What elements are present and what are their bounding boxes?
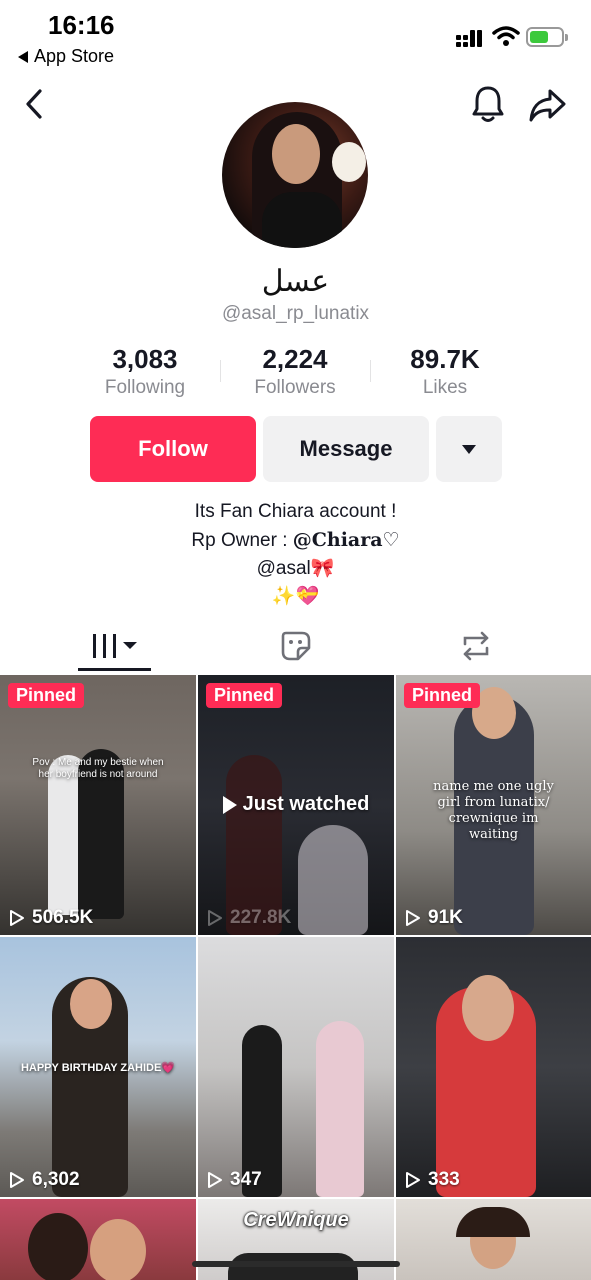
profile-stats: 3,083 Following 2,224 Followers 89.7K Li… <box>70 344 520 400</box>
play-triangle-icon <box>222 795 237 814</box>
play-icon <box>10 910 24 926</box>
view-count: 333 <box>404 1169 460 1191</box>
video-caption: Pov : Me and my bestie when her boyfrien… <box>32 757 164 780</box>
message-button[interactable]: Message <box>263 416 429 482</box>
tab-reposts[interactable] <box>458 620 494 672</box>
username-handle: @asal_rp_lunatix <box>221 303 370 324</box>
following-count: 3,083 <box>112 344 178 374</box>
back-app-label: App Store <box>34 46 115 66</box>
back-to-app-store[interactable]: App Store <box>18 46 114 67</box>
view-count-value: 333 <box>428 1169 460 1190</box>
view-count-value: 6,302 <box>32 1169 80 1190</box>
bio-line-1: Its Fan Chiara account ! <box>194 501 397 522</box>
play-icon <box>406 910 420 926</box>
pinned-badge: Pinned <box>404 683 481 708</box>
avatar[interactable] <box>222 102 368 248</box>
video-caption: HAPPY BIRTHDAY ZAHIDE💗 <box>20 1062 176 1074</box>
stat-likes[interactable]: 89.7K Likes <box>370 344 520 400</box>
likes-count: 89.7K <box>410 344 480 374</box>
video-grid: Pinned Pov : Me and my bestie when her b… <box>0 675 591 1280</box>
video-tile[interactable]: Pinned name me one ugly girl from lunati… <box>396 675 591 935</box>
video-tile[interactable]: CreWnique <box>198 1199 394 1280</box>
video-grid-icon <box>93 634 137 658</box>
bio-line-4: ✨💝 <box>271 586 320 607</box>
video-tile[interactable]: 347 <box>198 937 394 1197</box>
followers-count: 2,224 <box>262 344 328 374</box>
video-tile[interactable]: 333 <box>396 937 591 1197</box>
stat-followers[interactable]: 2,224 Followers <box>220 344 370 400</box>
view-count: 227.8K <box>206 907 291 929</box>
view-count-value: 506.5K <box>32 907 94 928</box>
view-count-value: 91K <box>428 907 463 928</box>
video-tile[interactable] <box>0 1199 196 1280</box>
view-count-value: 227.8K <box>230 907 292 928</box>
video-tile[interactable]: HAPPY BIRTHDAY ZAHIDE💗 6,302 <box>0 937 196 1197</box>
cellular-signal-icon <box>456 30 482 47</box>
profile-tabs <box>0 620 591 672</box>
wifi-icon <box>492 26 520 46</box>
video-tile[interactable]: Pinned Pov : Me and my bestie when her b… <box>0 675 196 935</box>
tab-active-indicator <box>78 668 151 671</box>
back-chevron-icon[interactable] <box>20 86 52 122</box>
video-caption: CreWnique <box>243 1209 349 1231</box>
view-count: 506.5K <box>8 907 93 929</box>
bio-owner-mention[interactable]: @Chiara♡ <box>293 529 400 551</box>
battery-icon <box>526 27 568 47</box>
tab-favorites[interactable] <box>278 620 314 672</box>
home-indicator <box>192 1261 400 1267</box>
video-caption: name me one ugly girl from lunatix/ crew… <box>433 779 554 842</box>
view-count: 91K <box>404 907 463 929</box>
caret-down-icon <box>462 444 476 454</box>
play-icon <box>208 1172 222 1188</box>
sticker-icon <box>281 631 311 661</box>
play-icon <box>10 1172 24 1188</box>
following-label: Following <box>104 377 186 398</box>
status-time: 16:16 <box>48 10 115 40</box>
bio: Its Fan Chiara account ! Rp Owner : @Chi… <box>0 498 591 611</box>
view-count-value: 347 <box>230 1169 262 1190</box>
back-triangle-icon <box>18 50 28 63</box>
bio-line-3[interactable]: @asal🎀 <box>0 555 591 583</box>
video-tile[interactable]: Pinned Just watched 227.8K <box>198 675 394 935</box>
share-icon[interactable] <box>528 86 568 124</box>
pinned-badge: Pinned <box>8 683 85 708</box>
stat-divider <box>220 360 221 382</box>
stat-divider <box>370 360 371 382</box>
tab-videos[interactable] <box>78 620 152 672</box>
suggested-accounts-button[interactable] <box>436 416 502 482</box>
just-watched-overlay: Just watched <box>198 793 394 816</box>
display-name: عسل <box>261 264 330 299</box>
bell-icon[interactable] <box>470 84 506 124</box>
video-tile[interactable] <box>396 1199 591 1280</box>
pinned-badge: Pinned <box>206 683 283 708</box>
bio-line-2: Rp Owner : @Chiara♡ <box>0 526 591 555</box>
view-count: 6,302 <box>8 1169 80 1191</box>
repost-icon <box>463 631 489 661</box>
just-watched-label: Just watched <box>242 793 370 815</box>
likes-label: Likes <box>422 377 468 398</box>
view-count: 347 <box>206 1169 262 1191</box>
play-icon <box>406 1172 420 1188</box>
play-icon <box>208 910 222 926</box>
followers-label: Followers <box>254 377 336 398</box>
bio-owner-prefix: Rp Owner : <box>191 530 293 551</box>
stat-following[interactable]: 3,083 Following <box>70 344 220 400</box>
follow-button[interactable]: Follow <box>90 416 256 482</box>
